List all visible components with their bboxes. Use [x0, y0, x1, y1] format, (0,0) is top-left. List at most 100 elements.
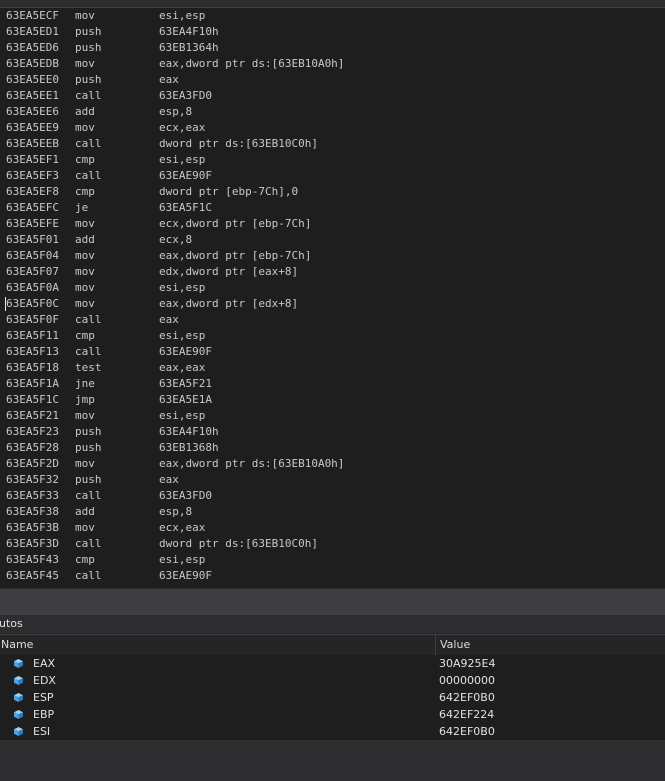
instruction-mnemonic: cmp — [75, 553, 95, 566]
instruction-mnemonic: je — [75, 201, 89, 214]
instruction-mnemonic: add — [75, 233, 95, 246]
instruction-operands: 63EA4F10h — [159, 425, 219, 438]
instruction-operands: eax — [159, 473, 179, 486]
instruction-address: 63EA5F33 — [6, 489, 59, 502]
instruction-operands: 63EA5F1C — [159, 201, 212, 214]
instruction-operands: esi,esp — [159, 553, 206, 566]
disassembly-line[interactable]: 63EA5F11 cmp esi,esp — [0, 328, 665, 344]
register-value[interactable]: 642EF0B0 — [439, 723, 495, 740]
disassembly-line[interactable]: 63EA5F0C mov eax,dword ptr [edx+8] — [0, 296, 665, 312]
register-name: EBP — [33, 708, 55, 721]
instruction-operands: dword ptr ds:[63EB10C0h] — [159, 137, 318, 150]
disassembly-line[interactable]: 63EA5F45 call 63EAE90F — [0, 568, 665, 584]
register-name: EDX — [33, 674, 56, 687]
instruction-address: 63EA5F11 — [6, 329, 59, 342]
disassembly-line[interactable]: 63EA5F33 call 63EA3FD0 — [0, 488, 665, 504]
instruction-address: 63EA5F32 — [6, 473, 59, 486]
text-caret — [5, 297, 6, 311]
disassembly-line[interactable]: 63EA5F0A mov esi,esp — [0, 280, 665, 296]
instruction-mnemonic: mov — [75, 521, 95, 534]
autos-row[interactable]: ESP 642EF0B0 — [0, 689, 665, 707]
autos-row[interactable]: EDX 00000000 — [0, 672, 665, 690]
autos-row[interactable]: ESI 642EF0B0 — [0, 723, 665, 741]
disassembly-line[interactable]: 63EA5ED1 push 63EA4F10h — [0, 24, 665, 40]
instruction-address: 63EA5F43 — [6, 553, 59, 566]
disassembly-line[interactable]: 63EA5F3B mov ecx,eax — [0, 520, 665, 536]
instruction-mnemonic: mov — [75, 281, 95, 294]
disassembly-line[interactable]: 63EA5EE9 mov ecx,eax — [0, 120, 665, 136]
instruction-mnemonic: call — [75, 313, 102, 326]
instruction-operands: esi,esp — [159, 9, 206, 22]
instruction-mnemonic: call — [75, 569, 102, 582]
window-top-edge — [0, 0, 665, 8]
instruction-mnemonic: call — [75, 537, 102, 550]
instruction-mnemonic: push — [75, 473, 102, 486]
disassembly-line[interactable]: 63EA5F28 push 63EB1368h — [0, 440, 665, 456]
disassembly-line[interactable]: 63EA5F01 add ecx,8 — [0, 232, 665, 248]
instruction-mnemonic: mov — [75, 57, 95, 70]
disassembly-line[interactable]: 63EA5F3D call dword ptr ds:[63EB10C0h] — [0, 536, 665, 552]
instruction-operands: esi,esp — [159, 281, 206, 294]
disassembly-line[interactable]: 63EA5EE6 add esp,8 — [0, 104, 665, 120]
register-value[interactable]: 642EF0B0 — [439, 689, 495, 706]
instruction-address: 63EA5F38 — [6, 505, 59, 518]
horizontal-scrollbar[interactable] — [0, 588, 665, 615]
disassembly-line[interactable]: 63EA5F38 add esp,8 — [0, 504, 665, 520]
instruction-operands: 63EA3FD0 — [159, 89, 212, 102]
instruction-operands: 63EB1364h — [159, 41, 219, 54]
disassembly-line[interactable]: 63EA5EF3 call 63EAE90F — [0, 168, 665, 184]
instruction-address: 63EA5F3B — [6, 521, 59, 534]
name-column-header[interactable]: Name — [1, 635, 33, 655]
instruction-address: 63EA5ECF — [6, 9, 59, 22]
disassembly-line[interactable]: 63EA5F0F call eax — [0, 312, 665, 328]
register-icon — [14, 659, 23, 668]
disassembly-line[interactable]: 63EA5EF1 cmp esi,esp — [0, 152, 665, 168]
disassembly-line[interactable]: 63EA5F43 cmp esi,esp — [0, 552, 665, 568]
autos-row[interactable]: EAX 30A925E4 — [0, 655, 665, 673]
instruction-mnemonic: cmp — [75, 329, 95, 342]
disassembly-line[interactable]: 63EA5F1A jne 63EA5F21 — [0, 376, 665, 392]
instruction-operands: 63EA5F21 — [159, 377, 212, 390]
instruction-address: 63EA5F04 — [6, 249, 59, 262]
autos-row[interactable]: EBP 642EF224 — [0, 706, 665, 724]
instruction-operands: ecx,dword ptr [ebp-7Ch] — [159, 217, 312, 230]
disassembly-line[interactable]: 63EA5F21 mov esi,esp — [0, 408, 665, 424]
instruction-mnemonic: push — [75, 425, 102, 438]
instruction-operands: eax,eax — [159, 361, 206, 374]
autos-empty-area — [0, 741, 665, 781]
instruction-operands: 63EAE90F — [159, 345, 212, 358]
disassembly-line[interactable]: 63EA5EFE mov ecx,dword ptr [ebp-7Ch] — [0, 216, 665, 232]
disassembly-view[interactable]: 63EA5ECF mov esi,esp 63EA5ED1 push 63EA4F10h 6… — [0, 8, 665, 588]
disassembly-line[interactable]: 63EA5EDB mov eax,dword ptr ds:[63EB10A0h] — [0, 56, 665, 72]
register-icon — [14, 710, 23, 719]
instruction-mnemonic: cmp — [75, 185, 95, 198]
disassembly-line[interactable]: 63EA5ED6 push 63EB1364h — [0, 40, 665, 56]
instruction-operands: 63EA4F10h — [159, 25, 219, 38]
disassembly-line[interactable]: 63EA5EFC je 63EA5F1C — [0, 200, 665, 216]
disassembly-line[interactable]: 63EA5EEB call dword ptr ds:[63EB10C0h] — [0, 136, 665, 152]
instruction-address: 63EA5F0F — [6, 313, 59, 326]
disassembly-line[interactable]: 63EA5F2D mov eax,dword ptr ds:[63EB10A0h] — [0, 456, 665, 472]
value-column-header[interactable]: Value — [440, 635, 470, 655]
disassembly-line[interactable]: 63EA5F13 call 63EAE90F — [0, 344, 665, 360]
disassembly-line[interactable]: 63EA5F04 mov eax,dword ptr [ebp-7Ch] — [0, 248, 665, 264]
disassembly-line[interactable]: 63EA5ECF mov esi,esp — [0, 8, 665, 24]
instruction-operands: 63EAE90F — [159, 569, 212, 582]
instruction-address: 63EA5F13 — [6, 345, 59, 358]
disassembly-line[interactable]: 63EA5EE0 push eax — [0, 72, 665, 88]
instruction-mnemonic: push — [75, 25, 102, 38]
disassembly-line[interactable]: 63EA5F32 push eax — [0, 472, 665, 488]
disassembly-line[interactable]: 63EA5F23 push 63EA4F10h — [0, 424, 665, 440]
disassembly-line[interactable]: 63EA5F1C jmp 63EA5E1A — [0, 392, 665, 408]
disassembly-line[interactable]: 63EA5F18 test eax,eax — [0, 360, 665, 376]
instruction-address: 63EA5EF8 — [6, 185, 59, 198]
instruction-operands: 63EAE90F — [159, 169, 212, 182]
register-value[interactable]: 00000000 — [439, 672, 495, 689]
disassembly-line[interactable]: 63EA5F07 mov edx,dword ptr [eax+8] — [0, 264, 665, 280]
disassembly-line[interactable]: 63EA5EF8 cmp dword ptr [ebp-7Ch],0 — [0, 184, 665, 200]
disassembly-line[interactable]: 63EA5EE1 call 63EA3FD0 — [0, 88, 665, 104]
instruction-mnemonic: mov — [75, 121, 95, 134]
register-value[interactable]: 30A925E4 — [439, 655, 495, 672]
instruction-address: 63EA5F21 — [6, 409, 59, 422]
register-value[interactable]: 642EF224 — [439, 706, 494, 723]
